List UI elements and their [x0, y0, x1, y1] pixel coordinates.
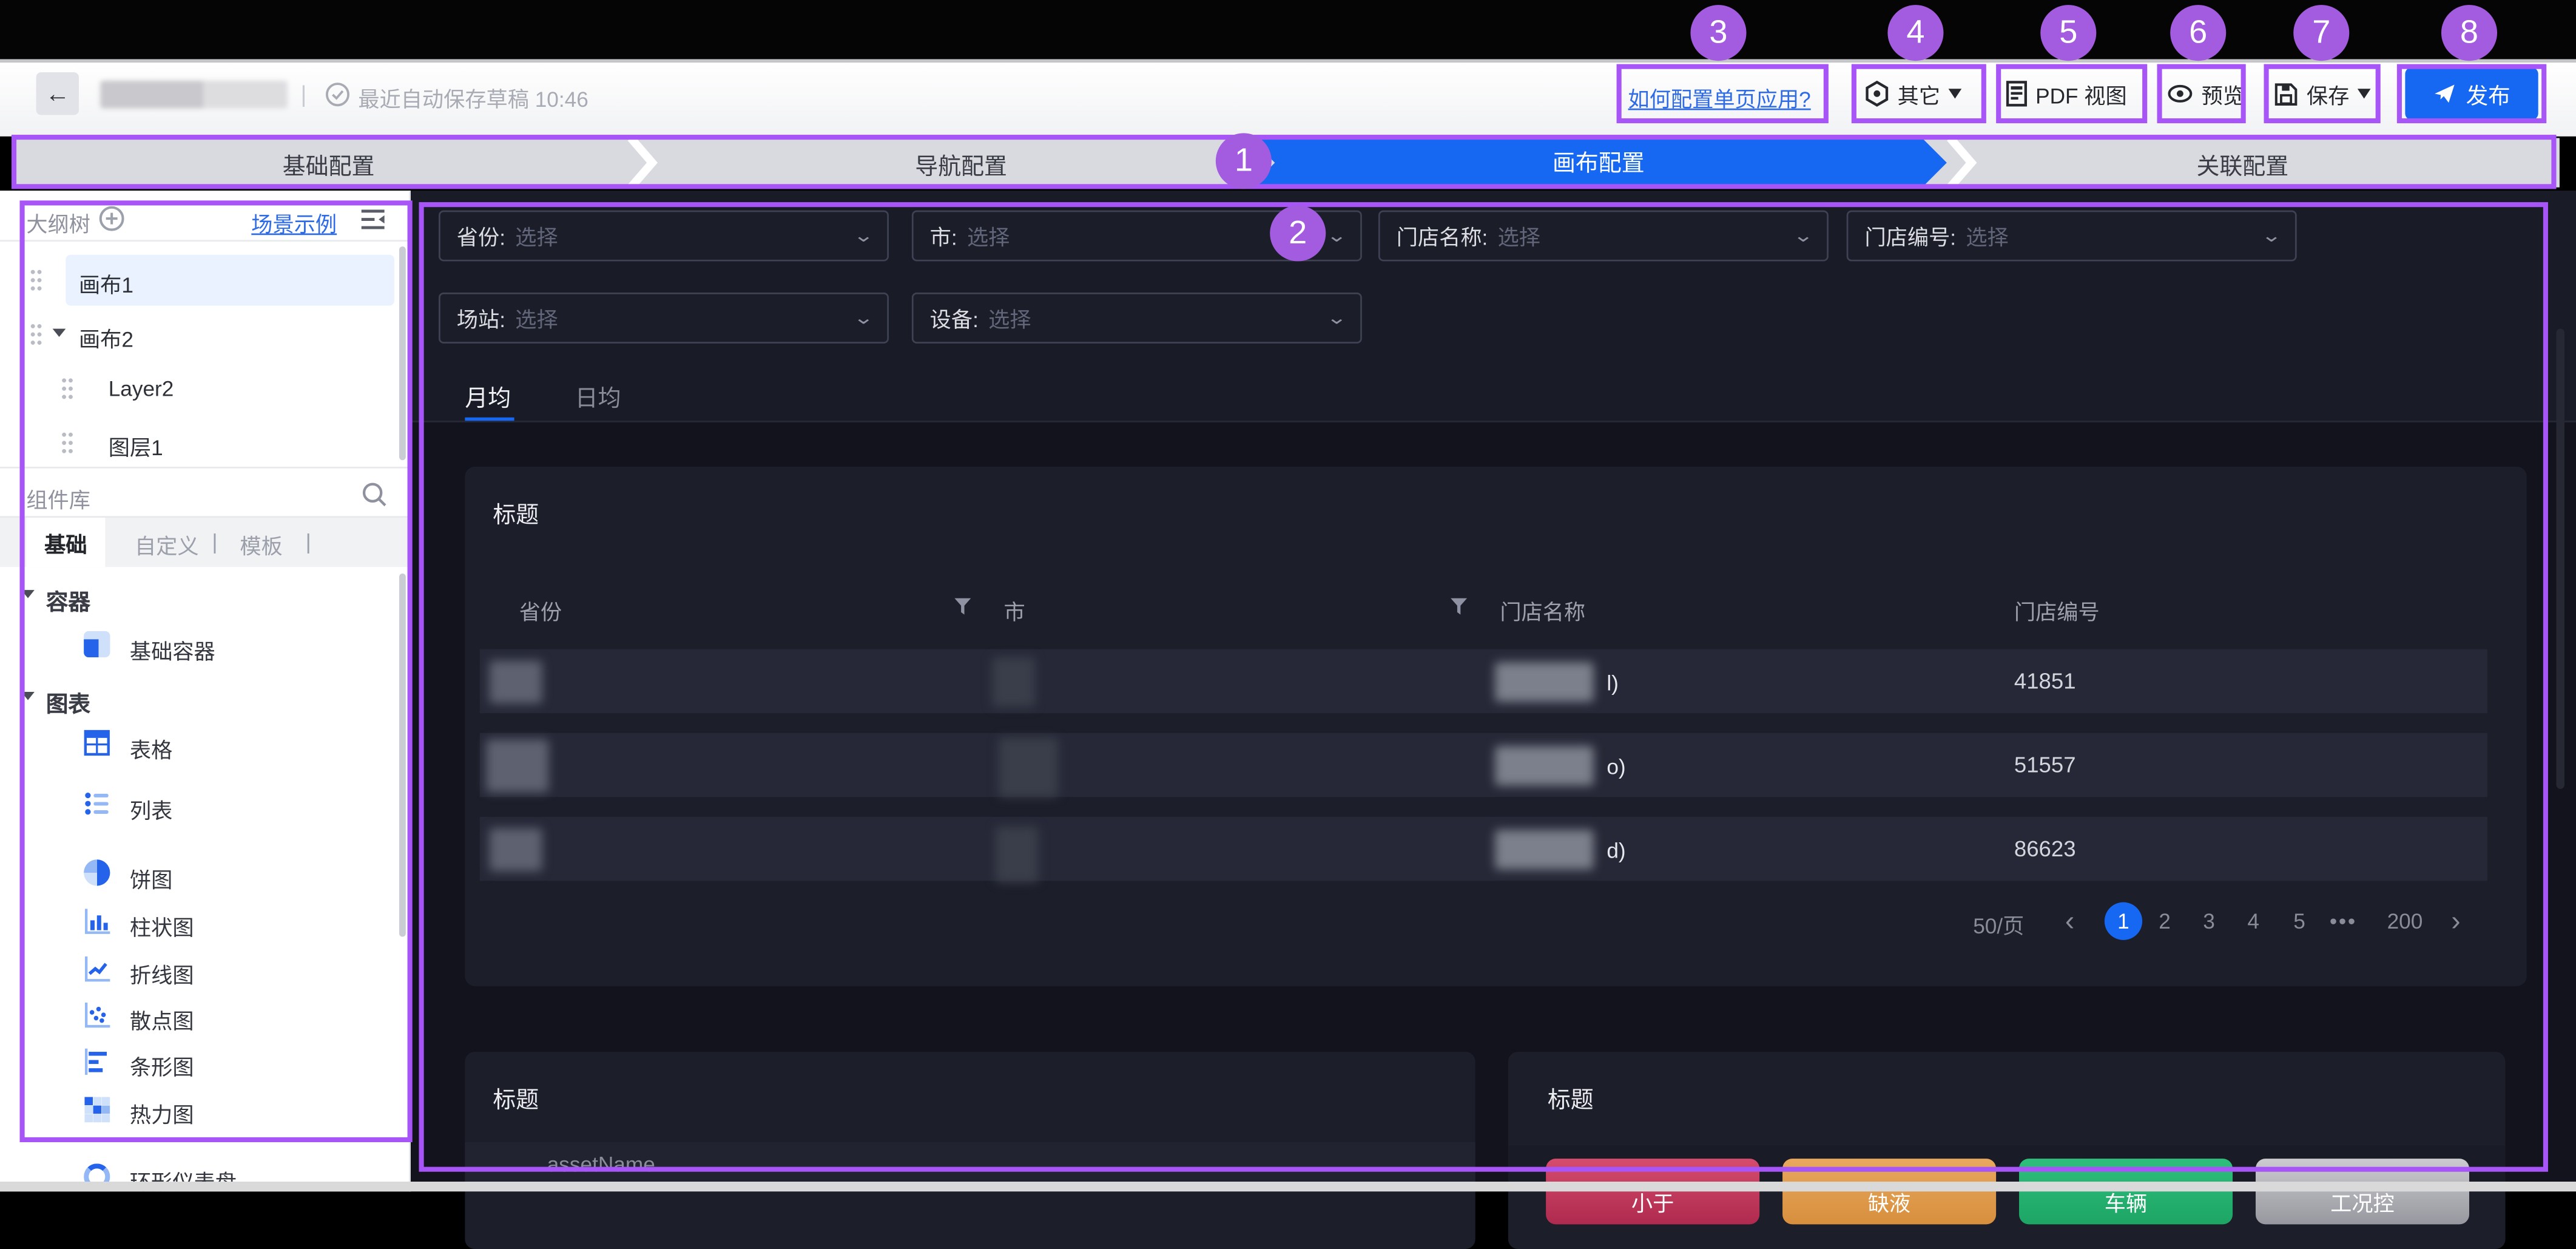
annotation-number: 5	[2059, 14, 2077, 52]
annotation-circle-2: 2	[1270, 205, 1326, 261]
status-pill-label: 缺液	[1868, 1186, 1910, 1217]
annotation-number: 8	[2460, 14, 2478, 52]
window-bottom-strip	[0, 1182, 2576, 1191]
annotation-box-more	[1852, 64, 1986, 123]
annotation-circle-7: 7	[2293, 5, 2349, 61]
library-item-ring-gauge[interactable]: 环形仪表盘	[130, 1165, 237, 1196]
annotation-number: 2	[1289, 214, 1307, 252]
title-separator: |	[301, 81, 307, 107]
annotation-circle-8: 8	[2441, 5, 2497, 61]
annotation-box-save	[2264, 64, 2381, 123]
annotation-box-pdf	[1996, 64, 2147, 123]
annotation-circle-3: 3	[1690, 5, 1746, 61]
annotation-box-sidebar	[19, 200, 412, 1142]
annotation-circle-6: 6	[2170, 5, 2226, 61]
annotation-number: 1	[1235, 142, 1253, 180]
autosave-check-icon	[325, 82, 350, 107]
autosave-status: 最近自动保存草稿 10:46	[358, 82, 588, 113]
annotation-number: 7	[2312, 14, 2330, 52]
app-root: ← | 最近自动保存草稿 10:46 如何配置单页应用? 其它 PDF 视图 预…	[0, 0, 2576, 1191]
status-pill-label: 小于	[1631, 1186, 1674, 1217]
back-arrow-icon: ←	[45, 80, 70, 107]
annotation-box-steps	[12, 135, 2557, 189]
annotation-box-publish	[2397, 64, 2546, 123]
annotation-circle-1: 1	[1216, 133, 1272, 189]
status-pill-label: 工况控	[2330, 1186, 2395, 1217]
annotation-circle-5: 5	[2040, 5, 2096, 61]
annotation-box-preview	[2157, 64, 2245, 123]
annotation-number: 6	[2189, 14, 2207, 52]
app-title-redacted	[100, 81, 288, 109]
back-button[interactable]: ←	[36, 72, 79, 115]
annotation-box-canvas	[419, 202, 2548, 1172]
annotation-number: 3	[1709, 14, 1727, 52]
annotation-number: 4	[1906, 14, 1924, 52]
canvas-scrollbar[interactable]	[2557, 329, 2565, 789]
annotation-box-help	[1617, 64, 1829, 123]
annotation-circle-4: 4	[1887, 5, 1943, 61]
status-pill-label: 车辆	[2105, 1186, 2147, 1217]
